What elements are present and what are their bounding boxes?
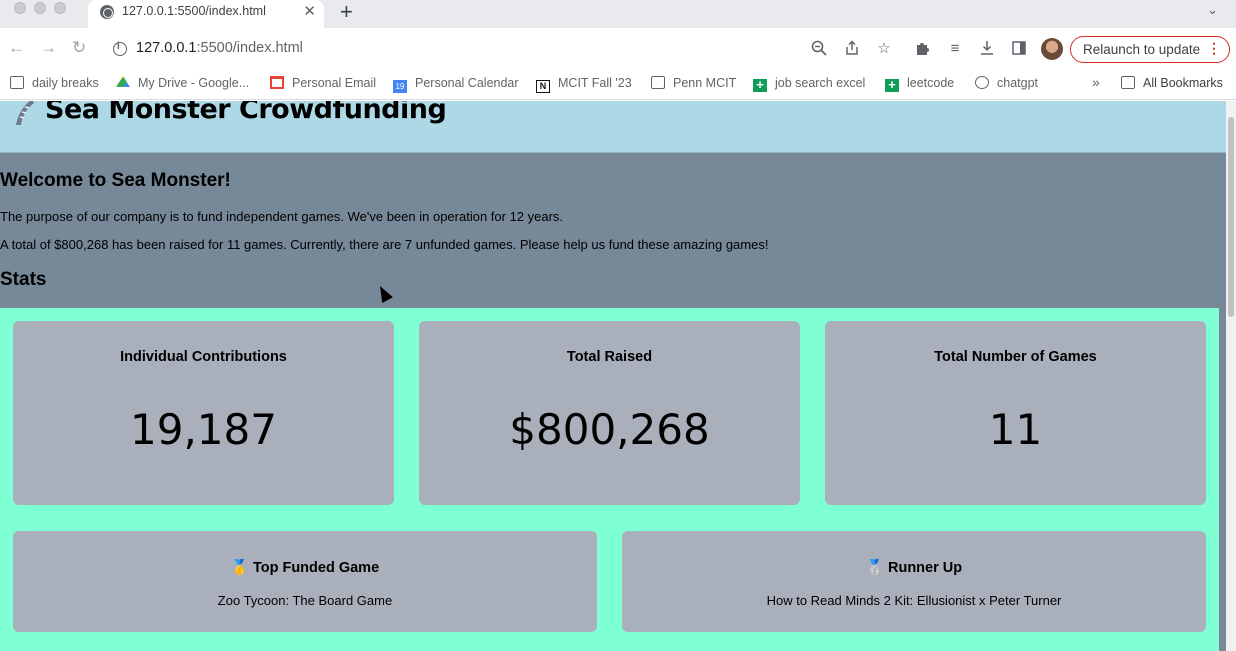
total-games-card: Total Number of Games 11 <box>825 321 1206 505</box>
new-tab-button[interactable]: + <box>340 0 353 25</box>
folder-icon <box>1121 76 1135 89</box>
reload-button[interactable]: ↻ <box>72 38 86 58</box>
bookmark-personal-email[interactable]: Personal Email <box>270 76 376 94</box>
runner-up-card: 🥈 Runner Up How to Read Minds 2 Kit: Ell… <box>622 531 1206 632</box>
folder-icon <box>651 76 665 89</box>
back-button[interactable]: ← <box>8 38 25 58</box>
stat-label: Total Number of Games <box>934 349 1097 365</box>
stat-value: $800,268 <box>509 405 710 454</box>
welcome-heading: Welcome to Sea Monster! <box>0 170 231 191</box>
kebab-menu-icon[interactable]: ⋮ <box>1207 40 1221 57</box>
globe-icon <box>100 5 114 19</box>
total-raised-card: Total Raised $800,268 <box>419 321 800 505</box>
side-panel-icon[interactable] <box>1010 40 1028 58</box>
gmail-icon <box>270 76 284 89</box>
bookmarks-bar: daily breaks My Drive - Google... Person… <box>0 70 1236 100</box>
gold-medal-icon: 🥇 <box>230 560 249 576</box>
close-window-button[interactable] <box>14 2 26 14</box>
silver-medal-icon: 🥈 <box>865 560 884 576</box>
media-controls-icon[interactable]: ≡ <box>946 40 964 58</box>
sea-monster-logo-icon <box>16 101 34 125</box>
share-icon[interactable] <box>843 40 861 58</box>
site-title: Sea Monster Crowdfunding <box>45 101 447 125</box>
site-info-icon[interactable] <box>113 41 127 56</box>
runner-up-game-name: How to Read Minds 2 Kit: Ellusionist x P… <box>766 593 1062 608</box>
all-bookmarks-button[interactable]: All Bookmarks <box>1121 76 1223 94</box>
bookmark-my-drive[interactable]: My Drive - Google... <box>116 76 249 94</box>
purpose-text: The purpose of our company is to fund in… <box>0 209 564 224</box>
bookmark-star-icon[interactable]: ☆ <box>875 40 893 58</box>
notion-icon: N <box>536 80 550 93</box>
bookmark-personal-calendar[interactable]: 19 Personal Calendar <box>393 76 519 94</box>
stat-label: Individual Contributions <box>120 349 287 365</box>
individual-contributions-card: Individual Contributions 19,187 <box>13 321 394 505</box>
runner-up-label: 🥈 Runner Up <box>865 560 963 576</box>
google-drive-icon <box>116 76 130 88</box>
google-calendar-icon: 19 <box>393 80 407 93</box>
bookmark-job-search-excel[interactable]: job search excel <box>753 76 865 94</box>
stat-value: 11 <box>988 405 1043 454</box>
stat-value: 19,187 <box>130 405 277 454</box>
bookmark-chatgpt[interactable]: chatgpt <box>975 76 1038 94</box>
bookmark-leetcode[interactable]: leetcode <box>885 76 954 94</box>
stats-heading: Stats <box>0 269 47 290</box>
maximize-window-button[interactable] <box>54 2 66 14</box>
relaunch-button[interactable]: Relaunch to update ⋮ <box>1070 36 1230 63</box>
address-bar[interactable]: 127.0.0.1:5500/index.html <box>104 33 804 65</box>
summary-text: A total of $800,268 has been raised for … <box>0 237 769 252</box>
site-header: Sea Monster Crowdfunding <box>0 101 1226 153</box>
extensions-puzzle-icon[interactable] <box>914 40 932 58</box>
stat-label: Total Raised <box>566 349 653 365</box>
url-text[interactable]: 127.0.0.1:5500/index.html <box>136 40 303 56</box>
profile-avatar[interactable] <box>1041 38 1063 60</box>
top-funded-game-name: Zoo Tycoon: The Board Game <box>217 593 393 608</box>
bookmark-penn-mcit[interactable]: Penn MCIT <box>651 76 736 94</box>
top-funded-game-card: 🥇 Top Funded Game Zoo Tycoon: The Board … <box>13 531 597 632</box>
main-content: Welcome to Sea Monster! The purpose of o… <box>0 154 1226 651</box>
google-sheets-icon <box>753 79 767 92</box>
page-scrollbar[interactable] <box>1226 101 1236 651</box>
close-tab-icon[interactable]: ✕ <box>303 2 316 20</box>
scrollbar-thumb[interactable] <box>1228 117 1234 317</box>
folder-icon <box>10 76 24 89</box>
page-viewport: Sea Monster Crowdfunding Welcome to Sea … <box>0 101 1236 651</box>
more-bookmarks-button[interactable]: » <box>1092 74 1100 90</box>
downloads-icon[interactable] <box>978 40 996 58</box>
minimize-window-button[interactable] <box>34 2 46 14</box>
tab-search-chevron-icon[interactable]: ⌄ <box>1207 2 1218 18</box>
tab-title: 127.0.0.1:5500/index.html <box>122 4 266 18</box>
browser-toolbar: ← → ↻ 127.0.0.1:5500/index.html ☆ ≡ Rela… <box>0 28 1236 70</box>
google-sheets-icon <box>885 79 899 92</box>
chatgpt-icon <box>975 76 989 89</box>
top-funded-label: 🥇 Top Funded Game <box>230 560 380 576</box>
stats-container: Individual Contributions 19,187 Total Ra… <box>0 308 1219 651</box>
forward-button[interactable]: → <box>40 38 57 58</box>
bookmark-mcit-fall[interactable]: N MCIT Fall '23 <box>536 76 632 94</box>
active-tab[interactable]: 127.0.0.1:5500/index.html ✕ <box>88 0 324 28</box>
zoom-icon[interactable] <box>810 40 828 58</box>
bookmark-daily-breaks[interactable]: daily breaks <box>10 76 99 94</box>
tab-strip: 127.0.0.1:5500/index.html ✕ + ⌄ <box>0 0 1236 28</box>
